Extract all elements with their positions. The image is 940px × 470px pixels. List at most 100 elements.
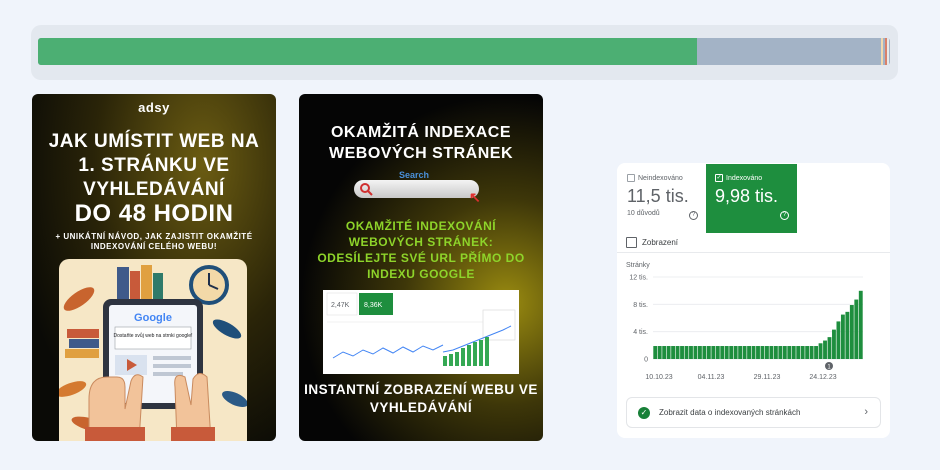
chart-bar — [724, 346, 729, 359]
chart-bar — [733, 346, 738, 359]
chart-bar — [778, 346, 783, 359]
chart-bar — [818, 343, 823, 359]
chart-bar — [836, 321, 841, 359]
chart-bar — [791, 346, 796, 359]
banner-green-text: OKAMŽITÉ INDEXOVÁNÍ WEBOVÝCH STRÁNEK: OD… — [317, 219, 525, 281]
search-label: Search — [399, 170, 430, 180]
mini-console-screenshot: 2,47K 8,36K — [323, 290, 519, 374]
chart-bar — [729, 346, 734, 359]
chart-bar — [666, 346, 671, 359]
chart-bar — [845, 311, 850, 359]
magnifier-icon — [360, 183, 373, 196]
progress-marker — [881, 38, 884, 65]
chart-bar — [809, 346, 814, 359]
x-tick-label: 10.10.23 — [645, 374, 672, 381]
chart-bar — [858, 290, 863, 359]
view-indexed-pages-button[interactable]: ✓ Zobrazit data o indexovaných stránkách… — [626, 397, 881, 428]
check-circle-icon: ✓ — [638, 407, 650, 419]
indexing-ad-banner-2[interactable]: OKAMŽITÁ INDEXACE WEBOVÝCH STRÁNEK Searc… — [299, 94, 543, 441]
chart-bar — [689, 346, 693, 359]
y-tick-label: 8 tis. — [633, 302, 648, 309]
chart-bar — [738, 346, 743, 359]
mini-value-right: 8,36K — [364, 302, 383, 309]
tile-not-indexed-label: Neindexováno — [627, 174, 683, 182]
chart-bar — [684, 346, 689, 359]
cursor-arrow-icon: ↖ — [469, 189, 481, 205]
y-tick-label: 12 tis. — [629, 275, 648, 282]
chart-bar — [800, 346, 805, 359]
chart-bar — [854, 299, 859, 359]
not-indexed-label: Neindexováno — [638, 174, 683, 182]
help-icon[interactable]: ? — [689, 211, 698, 220]
chart-bar — [662, 346, 667, 359]
progress-marker — [887, 38, 890, 65]
chart-bar — [832, 329, 836, 359]
checkbox-unchecked-icon[interactable] — [626, 237, 637, 248]
search-bar — [354, 180, 479, 198]
indexed-value: 9,98 tis. — [715, 186, 779, 206]
x-tick-label: 29.11.23 — [754, 374, 781, 381]
chart-bar — [805, 346, 810, 359]
chart-bar — [747, 346, 751, 359]
tablet-screen-text: Dostaňte svůj web na strnki google! — [114, 332, 193, 339]
chart-bar — [702, 346, 707, 359]
chart-bar — [760, 346, 765, 359]
chart-bar — [840, 314, 845, 359]
tile-indexed-label: ✓ Indexováno — [715, 174, 762, 182]
progress-fill — [38, 38, 697, 65]
google-logo-text: Google — [134, 312, 172, 324]
indexing-ad-banner-1[interactable]: adsy JAK UMÍSTIT WEB NA 1. STRÁNKU VE VY… — [32, 94, 276, 441]
chart-bar — [814, 346, 819, 359]
chart-bar — [751, 346, 756, 359]
banner-subline: + UNIKÁTNÍ NÁVOD, JAK ZAJISTIT OKAMŽITÉ … — [55, 232, 253, 251]
checkbox-checked-icon[interactable]: ✓ — [715, 174, 723, 182]
chart-bar — [765, 346, 769, 359]
chevron-right-icon: › — [864, 406, 868, 418]
progress-track — [38, 38, 890, 65]
chart-bar — [742, 346, 747, 359]
chart-bar — [657, 346, 662, 359]
chart-bar — [671, 346, 676, 359]
impressions-toggle[interactable]: Zobrazení — [626, 237, 678, 248]
chart-bar — [653, 346, 658, 359]
chart-bar — [680, 346, 684, 359]
tile-indexed[interactable]: ✓ Indexováno 9,98 tis. ? — [706, 164, 797, 233]
chart-bar — [787, 346, 792, 359]
chart-bar — [849, 305, 854, 359]
chart-bar — [675, 346, 680, 359]
y-tick-label: 4 tis. — [633, 329, 648, 336]
chart-bar — [823, 340, 827, 359]
mini-value-left: 2,47K — [331, 302, 350, 309]
chart-bar — [697, 346, 702, 359]
y-axis-label: Stránky — [626, 262, 650, 269]
y-tick-label: 0 — [644, 357, 648, 364]
chart-bar — [693, 346, 698, 359]
indexed-label: Indexováno — [726, 174, 763, 182]
clock-icon — [189, 265, 229, 305]
chart-bar — [756, 346, 760, 359]
tablet-illustration: Google Dostaňte svůj web na strnki googl… — [59, 259, 247, 441]
progress-bar — [31, 25, 898, 80]
indexed-pages-chart: Stránky 12 tis. 8 tis. 4 tis. 0 10.10.23 04.11… — [626, 262, 863, 381]
banner-emphasis: DO 48 HODIN — [74, 200, 234, 227]
impressions-label: Zobrazení — [642, 238, 679, 247]
banner-bottom-text: INSTANTNÍ ZOBRAZENÍ WEBU VE VYHLEDÁVÁNÍ — [304, 382, 538, 415]
search-console-indexing-card: Neindexováno 11,5 tis. 10 důvodů ? ✓ Ind… — [617, 163, 890, 438]
banner-headline: OKAMŽITÁ INDEXACE WEBOVÝCH STRÁNEK — [328, 124, 513, 162]
checkbox-unchecked-icon[interactable] — [627, 174, 635, 182]
cta-label: Zobrazit data o indexovaných stránkách — [659, 408, 801, 417]
banner-headline: JAK UMÍSTIT WEB NA 1. STRÁNKU VE VYHLEDÁ… — [48, 131, 260, 200]
not-indexed-reasons: 10 důvodů — [627, 210, 660, 217]
tile-not-indexed[interactable]: Neindexováno 11,5 tis. 10 důvodů ? — [618, 164, 706, 233]
not-indexed-value: 11,5 tis. — [627, 186, 689, 206]
chart-bar — [782, 346, 787, 359]
chart-bar — [715, 346, 720, 359]
chart-bar — [773, 346, 778, 359]
x-tick-label: 24.12.23 — [809, 374, 836, 381]
chart-bar — [827, 337, 832, 359]
x-tick-label: 04.11.23 — [698, 374, 725, 381]
brand-logo: adsy — [138, 100, 170, 115]
chart-bar — [720, 346, 725, 359]
chart-bar — [769, 346, 774, 359]
help-icon[interactable]: ? — [780, 211, 789, 220]
